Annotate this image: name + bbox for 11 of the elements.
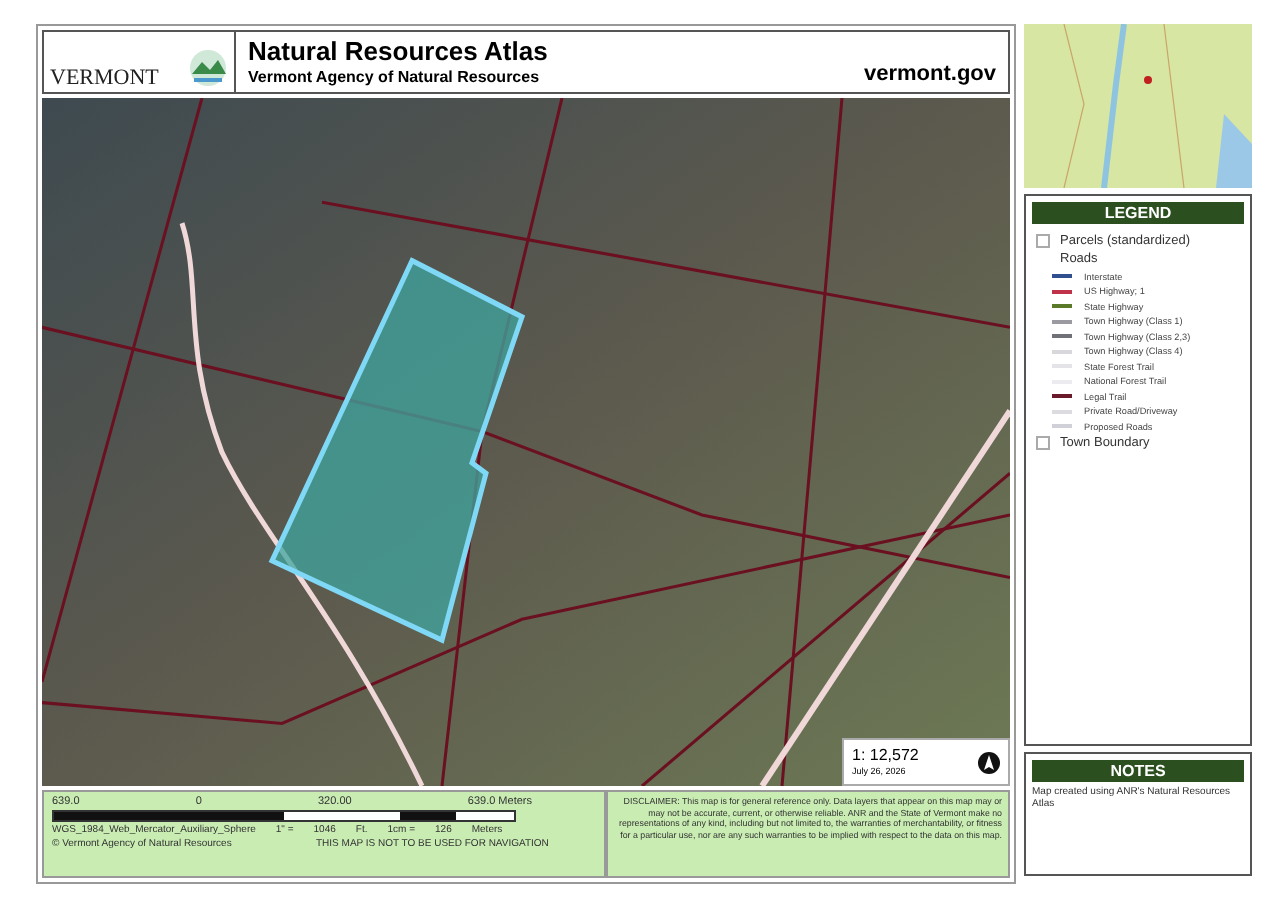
legend-swatch: [1036, 233, 1050, 247]
legend-swatch: [1036, 436, 1050, 450]
agency-subtitle: Vermont Agency of Natural Resources: [248, 67, 542, 86]
scale-ratio: 1: 12,572: [852, 748, 919, 766]
logo-text: VERMONT: [50, 68, 159, 90]
atlas-title: Natural Resources Atlas: [248, 38, 548, 68]
landscape-logo-icon: [188, 46, 228, 90]
north-arrow-icon: [978, 751, 1000, 773]
website-link[interactable]: vermont.gov: [863, 62, 996, 92]
legend-title: LEGEND: [1032, 202, 1244, 224]
notes-title: NOTES: [1032, 760, 1244, 782]
